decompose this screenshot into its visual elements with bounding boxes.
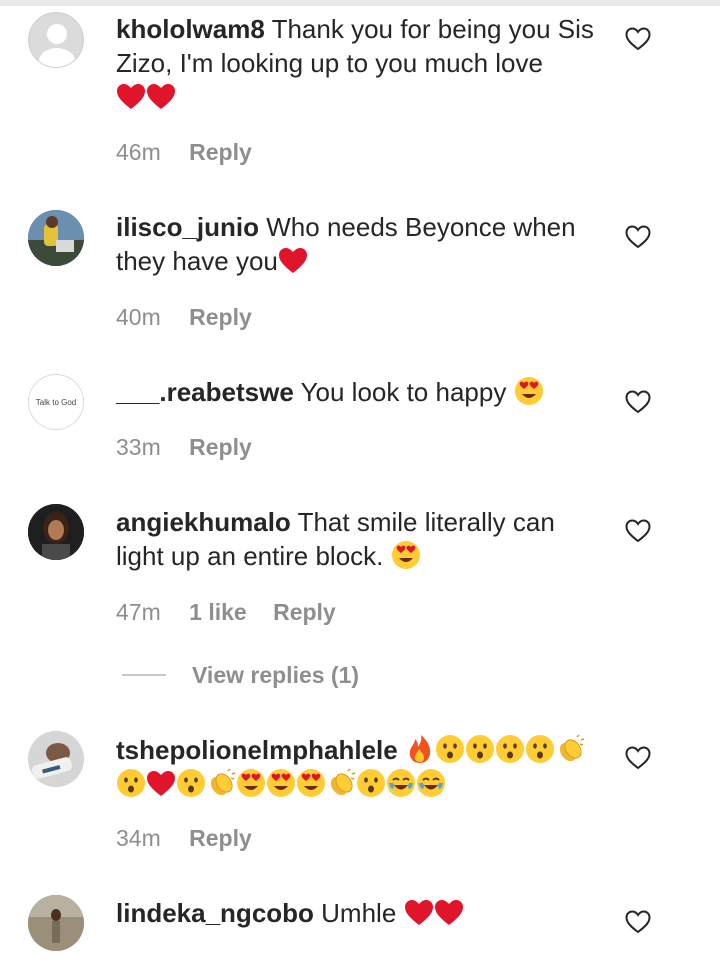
heart-eyes-icon [266,768,296,798]
hushed-icon [435,734,465,764]
comment-username[interactable]: ___.reabetswe [116,377,294,407]
hushed-icon [356,768,386,798]
hushed-icon [176,768,206,798]
heart-eyes-icon [236,768,266,798]
hushed-icon [465,734,495,764]
comment-meta: 46m Reply [116,139,252,166]
joy-icon [386,768,416,798]
heart-outline-icon[interactable] [625,519,651,543]
comment-body: khololwam8 Thank you for being you Sis Z… [116,12,606,114]
default-avatar-icon [39,24,75,67]
comment-body: ilisco_junio Who needs Beyonce when they… [116,210,606,278]
reply-button[interactable]: Reply [189,825,252,852]
avatar[interactable] [28,895,84,951]
comment-meta: 33m Reply [116,434,252,461]
comment-time: 46m [116,139,161,165]
heart-outline-icon[interactable] [625,225,651,249]
user-photo-icon [28,895,84,951]
comment-body: lindeka_ngcobo Umhle [116,896,606,930]
comment-meta: 34m Reply [116,825,252,852]
user-photo-icon [28,210,84,266]
view-replies-label: View replies (1) [192,662,360,688]
comment-username[interactable]: lindeka_ngcobo [116,898,314,928]
heart-outline-icon[interactable] [625,27,651,51]
reply-button[interactable]: Reply [273,599,336,626]
heart-outline-icon[interactable] [625,910,651,934]
comment-username[interactable]: ilisco_junio [116,212,259,242]
comment-text: You look to happy [300,377,507,407]
avatar[interactable] [28,12,84,68]
hushed-icon [495,734,525,764]
reply-button[interactable]: Reply [189,304,252,331]
avatar-logo-text: Talk to God [35,397,77,407]
comment-body: angiekhumalo That smile literally can li… [116,505,606,573]
comment-time: 34m [116,825,161,851]
user-photo-icon [28,731,84,787]
comment-body: tshepolionelmphahlele [116,733,606,801]
avatar[interactable] [28,504,84,560]
comment-body: ___.reabetswe You look to happy [116,375,606,409]
comment-username[interactable]: khololwam8 [116,14,265,44]
comment-meta: 47m 1 like Reply [116,599,336,626]
reply-button[interactable]: Reply [189,434,252,461]
red-heart-icon [146,83,176,111]
clap-icon [206,768,236,798]
comment-username[interactable]: tshepolionelmphahlele [116,735,398,765]
comment-time: 47m [116,599,161,625]
view-replies-line [122,674,166,676]
red-heart-icon [278,247,308,275]
reply-button[interactable]: Reply [189,139,252,166]
red-heart-icon [146,770,176,798]
heart-eyes-icon [296,768,326,798]
heart-outline-icon[interactable] [625,390,651,414]
avatar[interactable]: Talk to God [28,374,84,430]
likes-count[interactable]: 1 like [189,599,247,626]
heart-outline-icon[interactable] [625,746,651,770]
comment-text: Umhle [321,898,397,928]
fire-icon [405,734,435,764]
comment-time: 33m [116,434,161,460]
hushed-icon [116,768,146,798]
comment-time: 40m [116,304,161,330]
avatar[interactable] [28,210,84,266]
clap-icon [326,768,356,798]
heart-eyes-icon [391,540,421,570]
avatar[interactable] [28,731,84,787]
red-heart-icon [116,83,146,111]
comment-username[interactable]: angiekhumalo [116,507,291,537]
red-heart-icon [404,899,434,927]
heart-eyes-icon [514,376,544,406]
top-divider [0,0,720,6]
hushed-icon [525,734,555,764]
comment-meta: 40m Reply [116,304,252,331]
joy-icon [416,768,446,798]
red-heart-icon [434,899,464,927]
clap-icon [555,734,585,764]
view-replies-button[interactable]: View replies (1) [122,662,359,689]
user-photo-icon [28,504,84,560]
